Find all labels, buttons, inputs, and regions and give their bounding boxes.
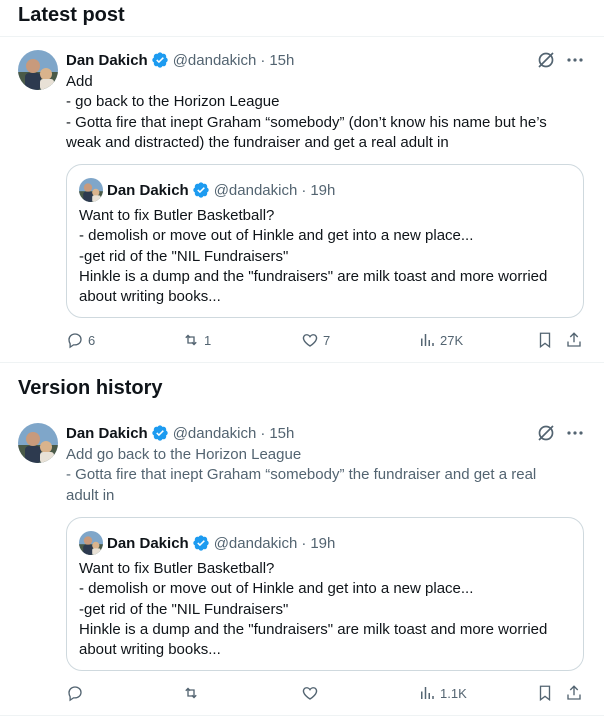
reply-icon	[68, 686, 82, 702]
quoted-text-line: Want to fix Butler Basketball?	[79, 560, 275, 577]
quoted-post[interactable]: Dan Dakich @dandakich · 19h Want to fix …	[66, 517, 584, 671]
quoted-author-handle: @dandakich	[213, 181, 298, 199]
post-text: Add go back to the Horizon League - Gott…	[66, 445, 576, 506]
quoted-author-name: Dan Dakich	[107, 181, 189, 199]
bookmark-icon	[539, 332, 551, 349]
bookmark-icon	[539, 685, 551, 702]
share-button[interactable]	[565, 330, 583, 350]
author-handle[interactable]: @dandakich	[173, 425, 257, 442]
avatar[interactable]	[18, 423, 58, 463]
like-button[interactable]	[301, 683, 323, 703]
avatar[interactable]	[18, 50, 58, 90]
latest-post[interactable]: Dan Dakich @dandakich · 15h Add - go bac…	[0, 50, 598, 360]
repost-button[interactable]: 1	[182, 330, 211, 350]
views-button[interactable]: 1.1K	[418, 683, 467, 703]
post-text-line: - go back to the Horizon League	[66, 93, 280, 111]
quoted-text-line: - demolish or move out of Hinkle and get…	[79, 227, 474, 245]
quoted-author-handle: @dandakich	[213, 534, 298, 552]
post-text-line: - Gotta fire that inept Graham “somebody…	[66, 113, 547, 131]
separator: ·	[301, 534, 307, 552]
separator: ·	[260, 51, 266, 69]
post-text-line: Add go back to the Horizon League	[66, 446, 302, 463]
reply-count: 6	[88, 332, 96, 348]
quoted-text-line: -get rid of the "NIL Fundraisers"	[79, 247, 289, 265]
view-count: 27K	[440, 332, 464, 348]
post-text-line: adult in	[66, 486, 115, 504]
like-icon	[302, 687, 318, 700]
quoted-avatar	[79, 178, 103, 202]
latest-post-heading: Latest post	[18, 4, 125, 26]
quoted-text-line: about writing books...	[79, 288, 221, 306]
more-icon[interactable]	[566, 424, 584, 447]
author-name[interactable]: Dan Dakich	[66, 425, 148, 442]
share-button[interactable]	[565, 683, 583, 703]
quoted-text-line: about writing books...	[79, 641, 221, 659]
views-icon	[421, 687, 434, 699]
timestamp[interactable]: 15h	[269, 425, 294, 442]
view-count: 1.1K	[440, 685, 467, 701]
version-history-heading: Version history	[18, 377, 163, 399]
reply-button[interactable]	[66, 683, 88, 703]
quoted-timestamp: 19h	[310, 181, 336, 199]
action-bar: 1.1K	[66, 683, 586, 703]
share-icon	[567, 332, 581, 347]
post-text-line: weak and distracted) the fundraiser and …	[66, 133, 449, 151]
separator: ·	[260, 424, 266, 442]
verified-badge-icon	[192, 534, 210, 552]
reply-button[interactable]: 6	[66, 330, 95, 350]
repost-icon	[185, 334, 197, 346]
action-bar: 6 1 7 27K	[66, 330, 586, 350]
bookmark-button[interactable]	[536, 330, 554, 350]
quoted-post-text: Want to fix Butler Basketball? - demolis…	[79, 559, 571, 660]
quoted-timestamp: 19h	[310, 534, 336, 552]
reply-icon	[68, 333, 82, 349]
quoted-avatar	[79, 531, 103, 555]
quoted-post-text: Want to fix Butler Basketball? - demolis…	[79, 206, 571, 307]
timestamp[interactable]: 15h	[269, 52, 294, 69]
author-name[interactable]: Dan Dakich	[66, 52, 148, 69]
post-header: Dan Dakich @dandakich · 15h	[66, 50, 294, 70]
previous-version-post[interactable]: Dan Dakich @dandakich · 15h Add go back …	[0, 423, 598, 713]
quoted-text-line: - demolish or move out of Hinkle and get…	[79, 580, 474, 598]
quoted-text-line: Want to fix Butler Basketball?	[79, 207, 275, 224]
post-text-line: - Gotta fire that inept Graham “somebody…	[66, 466, 537, 484]
repost-icon	[185, 687, 197, 699]
views-button[interactable]: 27K	[418, 330, 463, 350]
quoted-post-header: Dan Dakich @dandakich · 19h	[79, 531, 335, 555]
repost-count: 1	[204, 332, 212, 348]
quoted-author-name: Dan Dakich	[107, 534, 189, 552]
verified-badge-icon	[151, 424, 169, 442]
verified-badge-icon	[151, 51, 169, 69]
quoted-text-line: -get rid of the "NIL Fundraisers"	[79, 600, 289, 618]
separator: ·	[301, 181, 307, 199]
divider	[0, 362, 604, 363]
divider	[0, 36, 604, 37]
quoted-text-line: Hinkle is a dump and the "fundraisers" a…	[79, 620, 548, 638]
bookmark-button[interactable]	[536, 683, 554, 703]
post-text-line: Add	[66, 73, 93, 90]
post-header: Dan Dakich @dandakich · 15h	[66, 423, 294, 443]
divider	[0, 715, 604, 716]
like-count: 7	[323, 332, 331, 348]
like-button[interactable]: 7	[301, 330, 330, 350]
repost-button[interactable]	[182, 683, 204, 703]
more-icon[interactable]	[566, 51, 584, 74]
author-handle[interactable]: @dandakich	[173, 52, 257, 69]
share-icon	[567, 685, 581, 700]
quoted-text-line: Hinkle is a dump and the "fundraisers" a…	[79, 267, 548, 285]
quoted-post[interactable]: Dan Dakich @dandakich · 19h Want to fix …	[66, 164, 584, 318]
post-text: Add - go back to the Horizon League - Go…	[66, 72, 576, 153]
quoted-post-header: Dan Dakich @dandakich · 19h	[79, 178, 335, 202]
verified-badge-icon	[192, 181, 210, 199]
views-icon	[421, 334, 434, 346]
like-icon	[302, 334, 318, 347]
